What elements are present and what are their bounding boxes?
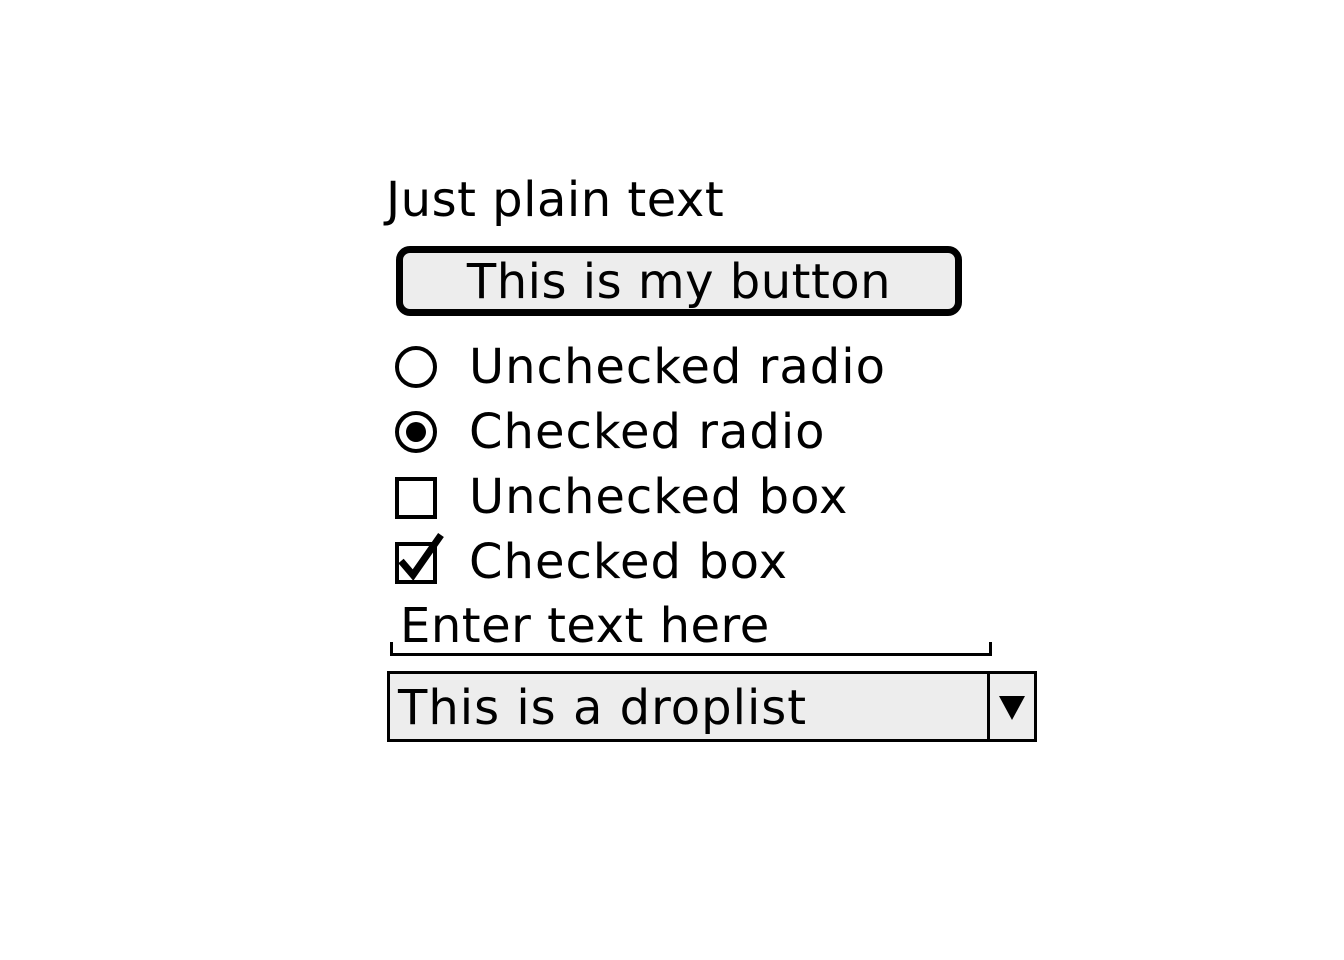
my-button[interactable]: This is my button: [396, 246, 962, 316]
checked-box-option[interactable]: Checked box: [393, 532, 788, 590]
checkbox-unchecked-icon[interactable]: [393, 472, 443, 522]
widget-sampler: Just plain text This is my button Unchec…: [0, 0, 1344, 960]
droplist-select[interactable]: This is a droplist: [387, 671, 1037, 742]
droplist-value: This is a droplist: [398, 680, 808, 736]
unchecked-box-label: Unchecked box: [469, 469, 849, 525]
checked-radio-label: Checked radio: [469, 404, 826, 460]
radio-checked-icon[interactable]: [393, 407, 443, 457]
checkbox-checked-icon[interactable]: [393, 532, 444, 587]
plain-text-label: Just plain text: [386, 172, 725, 228]
text-entry-underline: [390, 653, 992, 656]
text-entry-placeholder: Enter text here: [400, 598, 770, 654]
checked-radio-option[interactable]: Checked radio: [393, 404, 826, 460]
radio-unchecked-icon[interactable]: [393, 342, 443, 392]
text-entry-field[interactable]: Enter text here: [390, 598, 992, 658]
checked-box-label: Checked box: [469, 534, 788, 590]
unchecked-box-option[interactable]: Unchecked box: [393, 469, 848, 525]
droplist-toggle-button[interactable]: [987, 674, 1034, 739]
unchecked-radio-label: Unchecked radio: [469, 339, 886, 395]
unchecked-radio-option[interactable]: Unchecked radio: [393, 339, 886, 395]
triangle-down-icon: [999, 695, 1025, 720]
checkmark-icon: [398, 532, 444, 581]
